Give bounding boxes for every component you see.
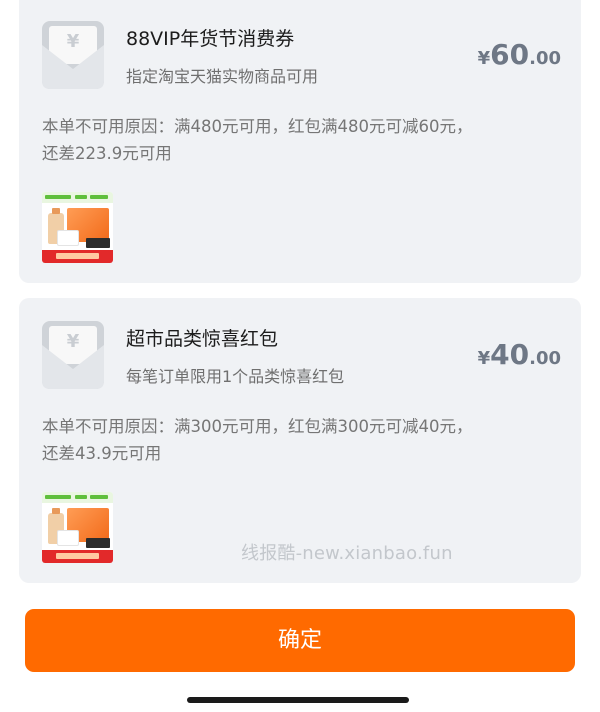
watermark: 线报酷-new.xianbao.fun <box>241 543 453 564</box>
home-indicator[interactable] <box>187 697 409 703</box>
coupon-title: 超市品类惊喜红包 <box>126 328 279 350</box>
svg-text:¥: ¥ <box>67 31 80 52</box>
reason-line: 本单不可用原因：满480元可用，红包满480元可减60元， <box>42 117 473 136</box>
product-thumbnail[interactable] <box>42 192 113 263</box>
coupon-title: 88VIP年货节消费券 <box>126 28 295 50</box>
coupon-card[interactable]: ¥ 88VIP年货节消费券 指定淘宝天猫实物商品可用 ¥60.00 本单不可用原… <box>19 0 581 283</box>
amount-decimal: .00 <box>529 348 561 369</box>
svg-text:¥: ¥ <box>67 331 80 352</box>
confirm-button[interactable]: 确定 <box>25 609 575 672</box>
unavailable-reason: 本单不可用原因：满480元可用，红包满480元可减60元， 还差223.9元可用 <box>42 113 562 167</box>
red-envelope-icon: ¥ <box>42 21 104 89</box>
reason-line: 本单不可用原因：满300元可用，红包满300元可减40元， <box>42 417 473 436</box>
amount-integer: 40 <box>490 338 530 371</box>
coupon-subtitle: 指定淘宝天猫实物商品可用 <box>126 67 319 86</box>
red-envelope-icon: ¥ <box>42 321 104 389</box>
amount-decimal: .00 <box>529 48 561 69</box>
coupon-amount: ¥40.00 <box>478 338 561 371</box>
product-thumbnail[interactable] <box>42 492 113 563</box>
unavailable-reason: 本单不可用原因：满300元可用，红包满300元可减40元， 还差43.9元可用 <box>42 413 562 467</box>
currency-symbol: ¥ <box>477 48 491 69</box>
currency-symbol: ¥ <box>477 348 491 369</box>
amount-integer: 60 <box>490 38 530 71</box>
reason-line: 还差223.9元可用 <box>42 144 172 163</box>
reason-line: 还差43.9元可用 <box>42 444 162 463</box>
coupon-amount: ¥60.00 <box>478 38 561 71</box>
coupon-subtitle: 每笔订单限用1个品类惊喜红包 <box>126 367 345 386</box>
